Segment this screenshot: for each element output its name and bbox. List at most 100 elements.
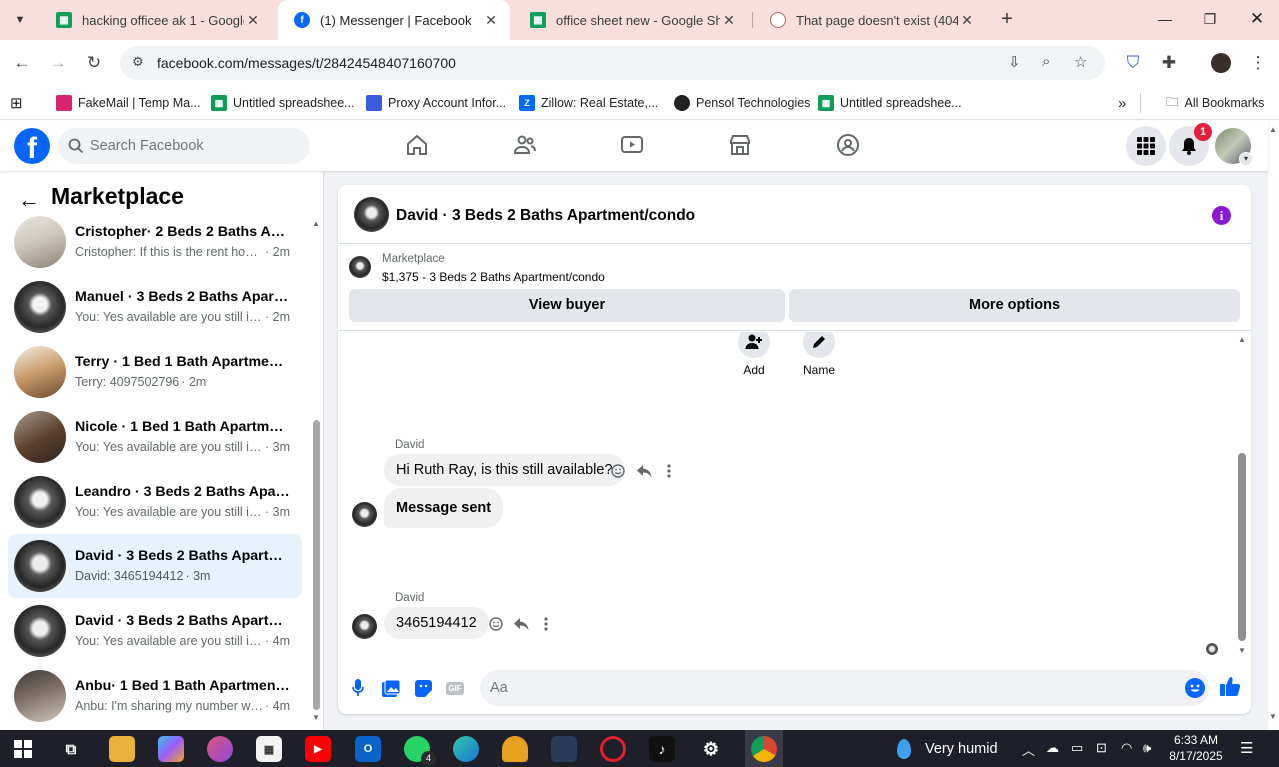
account-avatar[interactable]: ▾ xyxy=(1215,128,1253,166)
groups-icon[interactable] xyxy=(834,131,862,159)
bookmark-pensol[interactable]: Pensol Technologies xyxy=(674,93,810,113)
new-tab-button[interactable]: + xyxy=(996,8,1018,32)
page-scrollbar[interactable]: ▲ ▼ xyxy=(1268,121,1279,730)
edge-icon[interactable] xyxy=(453,736,479,762)
whatsapp-icon[interactable]: 4 xyxy=(404,736,436,766)
menu-grid-icon[interactable] xyxy=(1126,126,1166,166)
bookmark-zillow[interactable]: Z Zillow: Real Estate,... xyxy=(519,93,658,113)
address-bar[interactable]: ⚙ facebook.com/messages/t/28424548407160… xyxy=(120,46,1105,80)
close-window-icon[interactable]: ✕ xyxy=(1246,8,1268,30)
youtube-icon[interactable]: ▶ xyxy=(305,736,331,762)
shield-extension-icon[interactable]: ⛉ xyxy=(1121,51,1145,75)
more-vertical-icon[interactable] xyxy=(538,616,554,632)
sender-avatar[interactable] xyxy=(352,614,377,639)
wifi-icon[interactable]: ◠ xyxy=(1121,740,1132,756)
scroll-up-arrow-icon[interactable]: ▲ xyxy=(312,219,320,228)
message-bubble[interactable]: 3465194412 xyxy=(384,607,489,639)
conversation-list-scrollbar[interactable] xyxy=(313,420,320,710)
opera-icon[interactable] xyxy=(600,736,626,762)
install-app-icon[interactable]: ⇩ xyxy=(1008,53,1021,71)
reload-icon[interactable]: ↻ xyxy=(82,51,106,75)
photo-icon[interactable] xyxy=(380,677,402,699)
gif-icon[interactable]: GIF xyxy=(444,677,466,699)
conversation-item[interactable]: Manuel · 3 Beds 2 Baths Apartm... You: Y… xyxy=(8,275,302,339)
search-input[interactable] xyxy=(90,138,290,154)
medal-app-icon[interactable] xyxy=(502,736,528,762)
conversation-item-selected[interactable]: David · 3 Beds 2 Baths Apartme... David:… xyxy=(8,534,302,598)
store-icon[interactable]: ▦ xyxy=(256,736,282,762)
restore-icon[interactable]: ❐ xyxy=(1199,8,1221,30)
browser-tab-2[interactable]: f (1) Messenger | Facebook ✕ xyxy=(278,0,510,40)
conversation-item[interactable]: Anbu· 1 Bed 1 Bath Apartment/c... Anbu: … xyxy=(8,664,302,728)
chrome-menu-icon[interactable]: ⋮ xyxy=(1246,51,1270,75)
bookmark-spreadsheet-2[interactable]: ▦ Untitled spreadshee... xyxy=(818,93,962,113)
reply-icon[interactable] xyxy=(636,463,652,479)
system-clock[interactable]: 6:33 AM 8/17/2025 xyxy=(1166,732,1226,764)
view-buyer-button[interactable]: View buyer xyxy=(349,289,785,322)
close-tab-icon[interactable]: ✕ xyxy=(958,12,976,29)
app-icon[interactable] xyxy=(207,736,233,762)
zoom-icon[interactable]: ⌕ xyxy=(1042,53,1050,70)
info-icon[interactable]: i xyxy=(1212,206,1231,225)
extensions-puzzle-icon[interactable]: ✚ xyxy=(1157,51,1181,75)
browser-tab-3[interactable]: ▦ office sheet new - Google Shee ✕ xyxy=(514,0,748,40)
add-person-icon[interactable] xyxy=(738,332,770,358)
more-bookmarks-icon[interactable]: » xyxy=(1118,93,1126,113)
chat-avatar[interactable] xyxy=(354,197,389,232)
sender-avatar[interactable] xyxy=(352,502,377,527)
battery-icon[interactable]: ▭ xyxy=(1071,740,1083,756)
conversation-item[interactable]: David · 3 Beds 2 Baths Apartme... You: Y… xyxy=(8,599,302,663)
all-bookmarks-button[interactable]: 🗀 All Bookmarks xyxy=(1166,93,1264,113)
tiktok-icon[interactable]: ♪ xyxy=(649,736,675,762)
profile-avatar-icon[interactable] xyxy=(1209,51,1233,75)
volume-icon[interactable]: 🕪 xyxy=(1143,740,1151,756)
conversation-item[interactable]: Cristopher· 2 Beds 2 Baths Apar... Crist… xyxy=(8,210,302,274)
site-settings-icon[interactable]: ⚙ xyxy=(132,54,144,70)
chrome-icon[interactable] xyxy=(751,736,777,762)
message-thread-scrollbar[interactable] xyxy=(1238,453,1246,641)
message-input[interactable] xyxy=(490,670,1170,706)
notification-center-icon[interactable]: ☰ xyxy=(1240,739,1253,757)
chat-title[interactable]: David · 3 Beds 2 Baths Apartment/condo xyxy=(396,207,695,225)
scroll-down-arrow-icon[interactable]: ▼ xyxy=(312,713,320,722)
more-vertical-icon[interactable] xyxy=(661,463,677,479)
copilot-icon[interactable] xyxy=(158,736,184,762)
browser-tab-1[interactable]: ▦ hacking officee ak 1 - Google D ✕ xyxy=(40,0,272,40)
react-smiley-icon[interactable] xyxy=(488,616,504,632)
weather-widget[interactable]: Very humid xyxy=(897,736,998,762)
url-text[interactable]: facebook.com/messages/t/2842454840716070… xyxy=(157,55,456,71)
app-icon[interactable] xyxy=(551,736,577,762)
pencil-icon[interactable] xyxy=(803,332,835,358)
friends-icon[interactable] xyxy=(511,131,539,159)
scroll-down-arrow-icon[interactable]: ▼ xyxy=(1238,646,1246,655)
apps-grid-icon[interactable]: ⊞ xyxy=(10,93,23,113)
settings-gear-icon[interactable]: ⚙ xyxy=(698,736,724,762)
emoji-icon[interactable] xyxy=(1185,678,1205,698)
close-tab-icon[interactable]: ✕ xyxy=(244,12,262,29)
listing-price-title[interactable]: $1,375 - 3 Beds 2 Baths Apartment/condo xyxy=(382,270,605,284)
sticker-icon[interactable] xyxy=(412,677,434,699)
conversation-item[interactable]: Nicole · 1 Bed 1 Bath Apartment... You: … xyxy=(8,405,302,469)
back-arrow-icon[interactable]: ← xyxy=(10,51,34,75)
marketplace-icon[interactable] xyxy=(726,131,754,159)
bookmark-spreadsheet-1[interactable]: ▦ Untitled spreadshee... xyxy=(211,93,355,113)
windows-start-icon[interactable] xyxy=(10,736,36,762)
outlook-icon[interactable]: O xyxy=(355,736,381,762)
bookmark-fakemail[interactable]: FakeMail | Temp Ma... xyxy=(56,93,201,113)
conversation-item[interactable]: Leandro · 3 Beds 2 Baths Apart... You: Y… xyxy=(8,470,302,534)
forward-arrow-icon[interactable]: → xyxy=(46,51,70,75)
thumbs-up-icon[interactable] xyxy=(1219,675,1241,697)
scroll-up-arrow-icon[interactable]: ▲ xyxy=(1269,125,1277,134)
facebook-logo-icon[interactable]: f xyxy=(14,128,50,165)
home-icon[interactable] xyxy=(403,131,431,159)
file-explorer-icon[interactable] xyxy=(109,736,135,762)
message-input-field[interactable] xyxy=(480,670,1209,706)
chevron-up-icon[interactable]: ︿ xyxy=(1022,740,1035,759)
video-icon[interactable] xyxy=(618,131,646,159)
facebook-search[interactable] xyxy=(58,128,310,164)
task-view-icon[interactable]: ⧉ xyxy=(58,736,84,762)
minimize-icon[interactable]: — xyxy=(1154,8,1176,30)
message-bubble[interactable]: Hi Ruth Ray, is this still available? xyxy=(384,454,625,486)
device-icon[interactable]: ⊡ xyxy=(1096,740,1107,756)
scroll-up-arrow-icon[interactable]: ▲ xyxy=(1238,335,1246,344)
